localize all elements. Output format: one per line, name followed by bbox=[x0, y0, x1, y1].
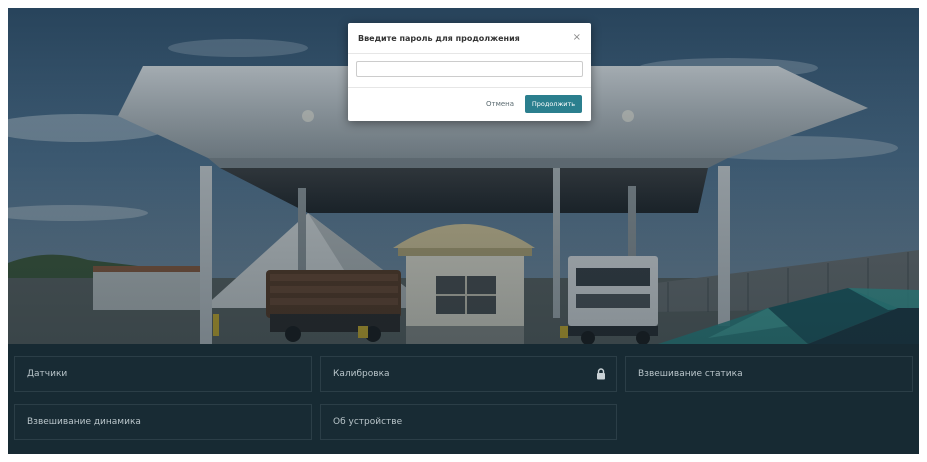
menu-tile-static-weighing[interactable]: Взвешивание статика bbox=[625, 356, 913, 392]
menu-tile-label: Взвешивание статика bbox=[638, 369, 743, 379]
cancel-button[interactable]: Отмена bbox=[486, 100, 514, 108]
app-frame: Датчики Калибровка Взвешивание статика В… bbox=[8, 8, 919, 454]
password-dialog: Введите пароль для продолжения × Отмена … bbox=[348, 23, 591, 121]
menu-tile-label: Взвешивание динамика bbox=[27, 417, 141, 427]
menu-tile-sensors[interactable]: Датчики bbox=[14, 356, 312, 392]
dialog-title: Введите пароль для продолжения bbox=[358, 34, 520, 43]
divider bbox=[348, 87, 591, 88]
close-icon[interactable]: × bbox=[573, 32, 581, 43]
password-input[interactable] bbox=[356, 61, 583, 77]
menu-tile-label: Датчики bbox=[27, 369, 68, 379]
lock-icon bbox=[597, 368, 605, 380]
menu-tile-calibration[interactable]: Калибровка bbox=[320, 356, 617, 392]
menu-tile-label: Калибровка bbox=[333, 369, 390, 379]
continue-button[interactable]: Продолжить bbox=[525, 95, 582, 113]
menu-panel: Датчики Калибровка Взвешивание статика В… bbox=[8, 344, 919, 454]
divider bbox=[348, 53, 591, 54]
menu-tile-about-device[interactable]: Об устройстве bbox=[320, 404, 617, 440]
menu-tile-label: Об устройстве bbox=[333, 417, 403, 427]
menu-tile-dynamic-weighing[interactable]: Взвешивание динамика bbox=[14, 404, 312, 440]
